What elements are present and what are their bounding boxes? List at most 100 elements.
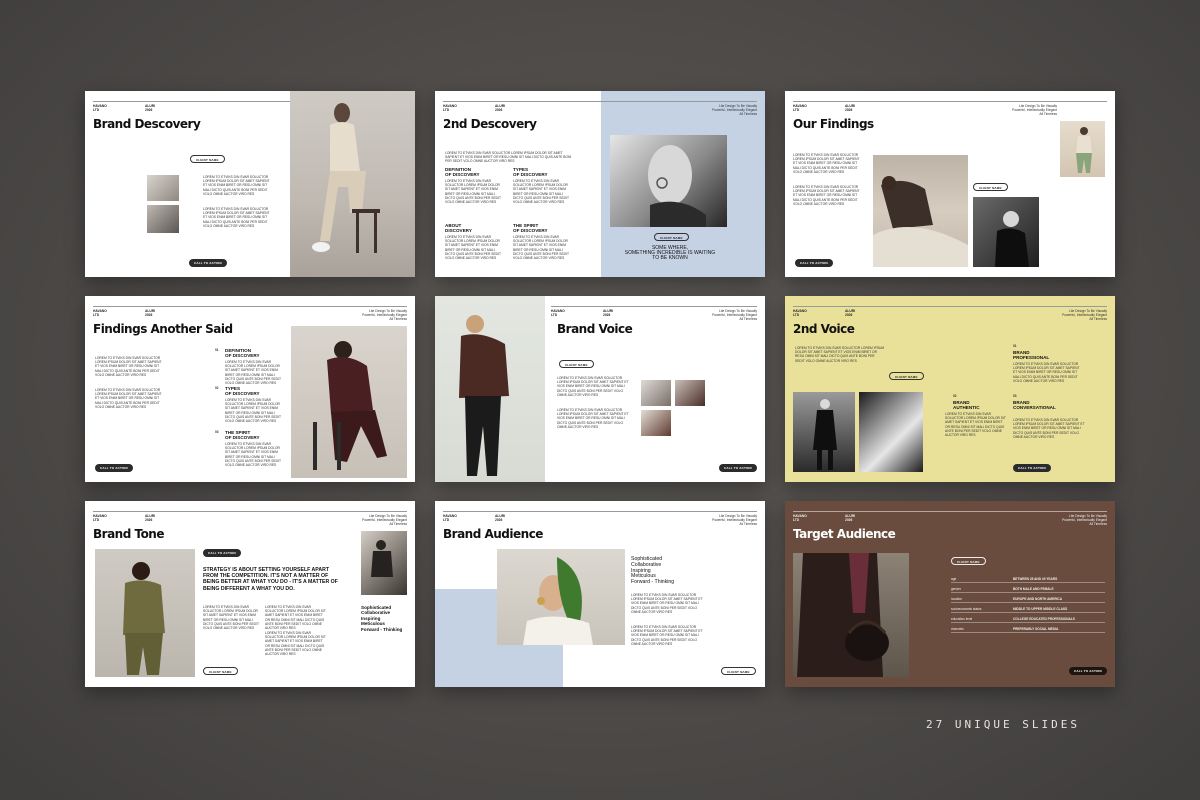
body-text: LOREM TO ETVIKS DIN SVAR SOLUCTOR LOREM … — [557, 408, 629, 429]
client-name-pill[interactable]: CLIENT NAME — [190, 155, 225, 163]
thumb-photo-1 — [641, 380, 671, 406]
body-text: LOREM TO ETVIKS DIN SVAR SOLUCTOR LOREM … — [265, 631, 326, 657]
walking-model-figure — [459, 315, 509, 476]
voice-item-text: LOREM TO ETVIKS DIN SVAR SOLUCTOR LOREM … — [1013, 418, 1085, 439]
audience-row-gender: gender BOTH MALE AND FEMALE — [951, 585, 1105, 593]
slide-brand-tone[interactable]: HAVANO LTD ALURI 2026 Lite Design To Be … — [85, 501, 415, 687]
header-year: ALURI 2026 — [845, 309, 856, 317]
body-text: LOREM TO ETVIKS DIN SVAR SOLUCTOR LOREM … — [95, 356, 162, 377]
row-label: gender — [951, 587, 961, 591]
audience-row-location: location EUROPE AND NORTH AMERICA — [951, 595, 1105, 603]
row-value: EUROPE AND NORTH AMERICA — [1013, 597, 1062, 601]
leaf-portrait-figure — [523, 557, 593, 645]
discovery-item-text: LOREM TO ETVIKS DIN SVAR SOLUCTOR LOREM … — [513, 179, 569, 205]
body-text: LOREM TO ETVIKS DIN SVAR SOLUCTOR LOREM … — [265, 605, 326, 631]
header-company: HAVANO LTD — [93, 104, 107, 112]
bw-fashion-photo-1 — [793, 392, 855, 472]
voice-item-text: LOREM TO ETVIKS DIN SVAR SOLUCTOR LOREM … — [1013, 362, 1080, 383]
header-company: HAVANO LTD — [93, 309, 107, 317]
slide-brand-audience[interactable]: HAVANO LTD ALURI 2026 Lite Design To Be … — [435, 501, 765, 687]
slide-brand-descovery[interactable]: HAVANO LTD ALURI 2026 Brand Descovery CL… — [85, 91, 415, 277]
slide-title: Brand Tone — [93, 527, 165, 541]
client-name-pill[interactable]: CLIENT NAME — [721, 667, 756, 675]
header-year: ALURI 2026 — [145, 309, 156, 317]
slide-findings-another-said[interactable]: HAVANO LTD ALURI 2026 Lite Design To Be … — [85, 296, 415, 482]
header-tagline: Lite Design To Be Visually Powerful, Int… — [712, 514, 757, 526]
client-name-pill[interactable]: CLIENT NAME — [889, 372, 924, 380]
body-text: LOREM TO ETVIKS DIN SVAR SOLUCTOR LOREM … — [95, 388, 162, 409]
discovery-item-text: LOREM TO ETVIKS DIN SVAR SOLUCTOR LOREM … — [513, 235, 569, 261]
item-number: 02 — [215, 386, 219, 390]
finding-item-title: THE SPIRIT OF DISCOVERY — [225, 430, 260, 440]
handbag-figure — [797, 553, 889, 677]
audience-row-education: education level COLLEGE EDUCATED PROFESS… — [951, 615, 1105, 623]
row-label: socioeconomic status — [951, 607, 982, 611]
slide-header: HAVANO LTD ALURI 2026 Lite Design To Be … — [443, 511, 757, 526]
body-text: LOREM TO ETVIKS DIN SVAR SOLUCTOR LOREM … — [631, 593, 703, 614]
slide-2nd-descovery[interactable]: HAVANO LTD ALURI 2026 Lite Design To Be … — [435, 91, 765, 277]
header-tagline: Lite Design To Be Visually Powerful, Int… — [362, 514, 407, 526]
leather-jacket-photo — [435, 296, 545, 482]
slide-target-audience[interactable]: HAVANO LTD ALURI 2026 Lite Design To Be … — [785, 501, 1115, 687]
audience-row-socioeconomic: socioeconomic status MIDDLE TO UPPER MID… — [951, 605, 1105, 613]
body-text: LOREM TO ETVIKS DIN SVAR SOLUCTOR LOREM … — [557, 376, 629, 397]
header-company: HAVANO LTD — [93, 514, 107, 522]
voice-item-title: BRAND AUTHENTIC — [953, 400, 980, 410]
call-to-action-button[interactable]: CALL TO ACTION — [189, 259, 227, 267]
audience-keywords: Sophisticated Collaborative Inspiring Me… — [631, 556, 675, 586]
finding-item-text: LOREM TO ETVIKS DIN SVAR SOLUCTOR LOREM … — [225, 398, 281, 424]
slide-title: Brand Descovery — [93, 117, 201, 131]
item-number: 03 — [215, 430, 219, 434]
finding-item-title: DEFINITION OF DISCOVERY — [225, 348, 260, 358]
slide-title: Brand Audience — [443, 527, 543, 541]
handbag-photo — [793, 553, 909, 677]
client-name-pill[interactable]: CLIENT NAME — [654, 233, 689, 241]
earring-photo — [610, 135, 727, 227]
slide-title: Brand Voice — [557, 322, 633, 336]
slide-2nd-voice[interactable]: HAVANO LTD ALURI 2026 Lite Design To Be … — [785, 296, 1115, 482]
body-text: LOREM TO ETVIKS DIN SVAR SOLUCTOR LOREM … — [795, 346, 885, 363]
call-to-action-button[interactable]: CALL TO ACTION — [795, 259, 833, 267]
thumb-photo-2 — [147, 205, 179, 233]
row-value: MIDDLE TO UPPER MIDDLE CLASS — [1013, 607, 1068, 611]
item-number: 01 — [1013, 344, 1017, 348]
body-text: LOREM TO ETVIKS DIN SVAR SOLUCTOR LOREM … — [203, 207, 270, 228]
slide-our-findings[interactable]: HAVANO LTD ALURI 2026 Lite Design To Be … — [785, 91, 1115, 277]
header-tagline: Lite Design To Be Visually Powerful, Int… — [1012, 104, 1057, 116]
seated-model-photo — [291, 326, 407, 478]
client-name-pill[interactable]: CLIENT NAME — [973, 183, 1008, 191]
discovery-item-text: LOREM TO ETVIKS DIN SVAR SOLUCTOR LOREM … — [445, 235, 501, 261]
client-name-pill[interactable]: CLIENT NAME — [559, 360, 594, 368]
slide-title: Target Audience — [793, 527, 896, 541]
header-company: HAVANO LTD — [551, 309, 565, 317]
slide-header: HAVANO LTD ALURI 2026 Lite Design To Be … — [793, 306, 1107, 321]
row-value: BETWEEN 25 AND 40 YEARS — [1013, 577, 1058, 581]
header-tagline: Lite Design To Be Visually Powerful, Int… — [712, 104, 757, 116]
row-value: PREFERABLY SOCIAL MEDIA — [1013, 627, 1059, 631]
header-year: ALURI 2026 — [845, 104, 856, 112]
body-text: LOREM TO ETVIKS DIN SVAR SOLUCTOR LOREM … — [793, 185, 860, 206]
voice-item-title: BRAND CONVERSATIONAL — [1013, 400, 1056, 410]
call-to-action-button[interactable]: CALL TO ACTION — [1013, 464, 1051, 472]
client-name-pill[interactable]: CLIENT NAME — [203, 667, 238, 675]
tone-keywords: Sophisticated Collaborative Inspiring Me… — [361, 605, 403, 632]
reclining-figure — [873, 176, 968, 267]
tone-statement: STRATEGY IS ABOUT SETTING YOURSELF APART… — [203, 567, 338, 592]
voice-item-title: BRAND PROFESSIONAL — [1013, 350, 1050, 360]
discovery-item-title: TYPES OF DISCOVERY — [513, 167, 548, 177]
call-to-action-button[interactable]: CALL TO ACTION — [95, 464, 133, 472]
header-year: ALURI 2026 — [603, 309, 614, 317]
call-to-action-button[interactable]: CALL TO ACTION — [719, 464, 757, 472]
item-number: 02 — [953, 394, 957, 398]
header-company: HAVANO LTD — [793, 514, 807, 522]
header-year: ALURI 2026 — [495, 514, 506, 522]
audience-row-age: age BETWEEN 25 AND 40 YEARS — [951, 575, 1105, 583]
body-text: LOREM TO ETVIKS DIN SVAR SOLUCTOR LOREM … — [631, 625, 703, 646]
call-to-action-button[interactable]: CALL TO ACTION — [203, 549, 241, 557]
discovery-item-title: ABOUT DISCOVERY — [445, 223, 472, 233]
row-label: channels — [951, 627, 964, 631]
slide-brand-voice[interactable]: HAVANO LTD ALURI 2026 Lite Design To Be … — [435, 296, 765, 482]
call-to-action-button[interactable]: CALL TO ACTION — [1069, 667, 1107, 675]
header-year: ALURI 2026 — [145, 104, 156, 112]
client-name-pill[interactable]: CLIENT NAME — [951, 557, 986, 565]
